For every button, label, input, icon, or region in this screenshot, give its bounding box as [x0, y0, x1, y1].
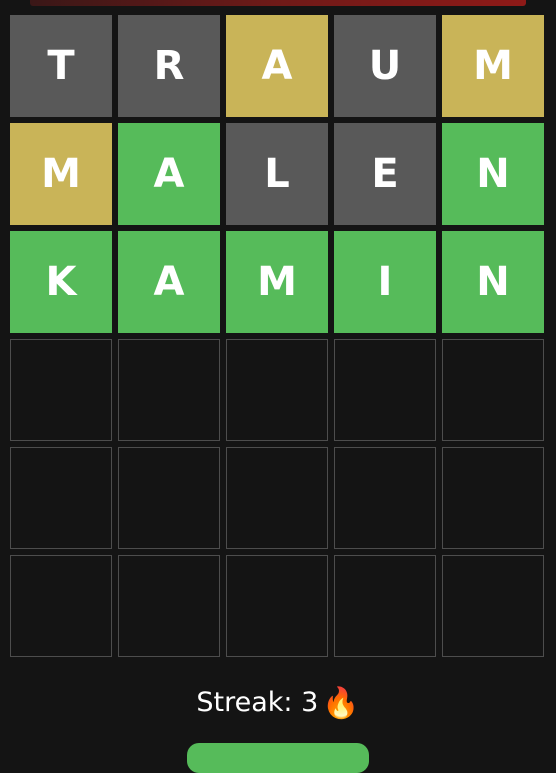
- tile: E: [334, 123, 436, 225]
- board-row-4: [10, 339, 546, 441]
- fire-icon: 🔥: [322, 685, 360, 721]
- tile: U: [334, 15, 436, 117]
- board-row-2: M A L E N: [10, 123, 546, 225]
- tile: M: [10, 123, 112, 225]
- tile: A: [118, 123, 220, 225]
- tile: [118, 555, 220, 657]
- tile: [226, 339, 328, 441]
- tile: [10, 555, 112, 657]
- top-banner: [30, 0, 526, 6]
- tile: [118, 339, 220, 441]
- tile: [442, 339, 544, 441]
- primary-action-button[interactable]: [187, 743, 369, 773]
- tile: [334, 339, 436, 441]
- tile: M: [226, 231, 328, 333]
- tile: I: [334, 231, 436, 333]
- tile: M: [442, 15, 544, 117]
- tile: [334, 447, 436, 549]
- tile: [334, 555, 436, 657]
- tile: [442, 447, 544, 549]
- streak-label: Streak: 3: [196, 687, 319, 718]
- streak-display: Streak: 3 🔥: [0, 680, 556, 727]
- tile: A: [118, 231, 220, 333]
- game-board: T R A U M M A L E N K A M I N: [10, 15, 546, 663]
- tile: N: [442, 123, 544, 225]
- tile: [118, 447, 220, 549]
- board-row-5: [10, 447, 546, 549]
- tile: [10, 447, 112, 549]
- board-row-3: K A M I N: [10, 231, 546, 333]
- tile: R: [118, 15, 220, 117]
- tile: A: [226, 15, 328, 117]
- tile: [442, 555, 544, 657]
- tile: N: [442, 231, 544, 333]
- board-row-1: T R A U M: [10, 15, 546, 117]
- tile: [226, 555, 328, 657]
- tile: K: [10, 231, 112, 333]
- tile: [226, 447, 328, 549]
- board-row-6: [10, 555, 546, 657]
- tile: L: [226, 123, 328, 225]
- tile: [10, 339, 112, 441]
- tile: T: [10, 15, 112, 117]
